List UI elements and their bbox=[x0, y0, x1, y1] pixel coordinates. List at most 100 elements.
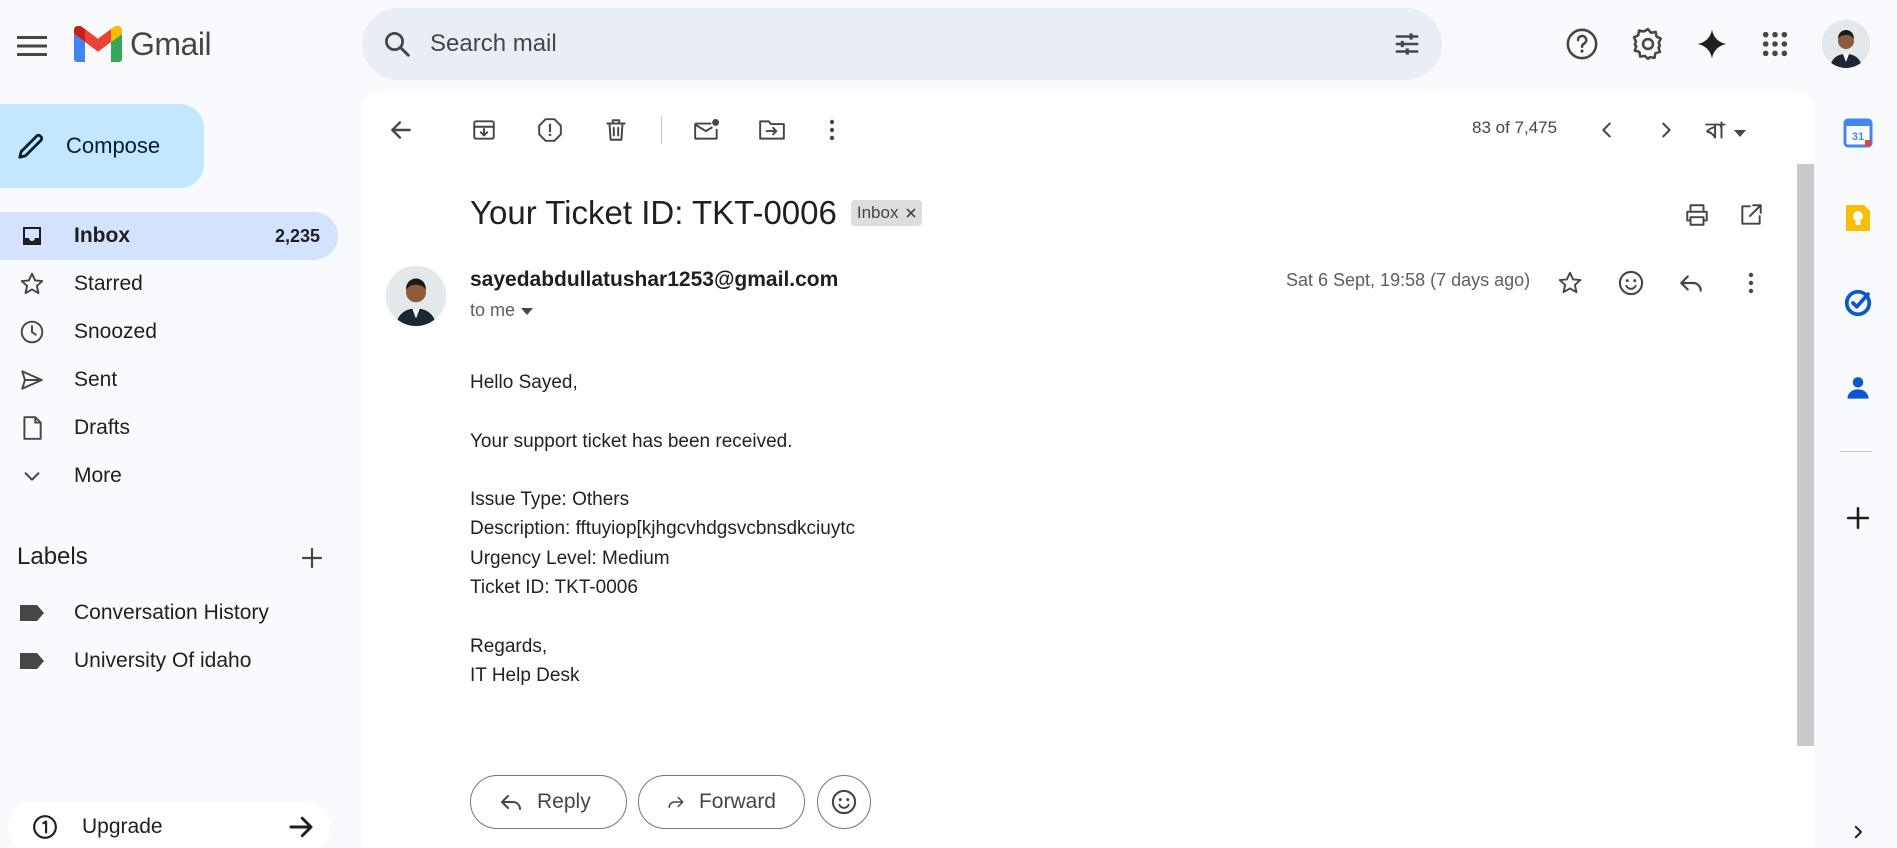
arrow-right-icon bbox=[289, 816, 313, 838]
print-button[interactable] bbox=[1677, 195, 1717, 235]
gemini-button[interactable] bbox=[1688, 20, 1736, 68]
main-menu-button[interactable] bbox=[10, 24, 54, 68]
sidebar-item-more[interactable]: More bbox=[0, 452, 338, 500]
label-item-conversation-history[interactable]: Conversation History bbox=[0, 589, 338, 637]
upgrade-button[interactable]: Upgrade bbox=[8, 802, 330, 848]
get-addons-button[interactable] bbox=[1838, 498, 1878, 538]
sidebar-item-drafts[interactable]: Drafts bbox=[0, 404, 338, 452]
body-description: Description: fftuyiop[kjhgcvhdgsvcbnsdkc… bbox=[470, 518, 856, 540]
search-bar[interactable] bbox=[362, 8, 1442, 80]
forward-button[interactable]: Forward bbox=[638, 775, 805, 829]
caret-down-icon bbox=[1733, 129, 1746, 137]
upgrade-label: Upgrade bbox=[82, 815, 163, 838]
folder-move-icon bbox=[759, 120, 785, 140]
message-scrollbar[interactable] bbox=[1797, 164, 1814, 746]
search-options-icon[interactable] bbox=[1392, 29, 1422, 59]
plus-icon bbox=[301, 547, 323, 569]
sidebar-item-label: More bbox=[74, 464, 122, 487]
apps-grid-icon bbox=[1762, 31, 1788, 57]
sidebar-item-inbox[interactable]: Inbox 2,235 bbox=[0, 212, 338, 260]
remove-label-button[interactable] bbox=[906, 208, 917, 218]
label-item-text: Conversation History bbox=[74, 601, 269, 624]
body-ticket-id: Ticket ID: TKT-0006 bbox=[470, 577, 638, 599]
sidebar-item-starred[interactable]: Starred bbox=[0, 260, 338, 308]
open-new-window-button[interactable] bbox=[1731, 195, 1771, 235]
email-date: Sat 6 Sept, 19:58 (7 days ago) bbox=[1286, 270, 1531, 290]
older-button[interactable] bbox=[1646, 110, 1686, 150]
calendar-day: 31 bbox=[1852, 131, 1864, 143]
printer-icon bbox=[1686, 204, 1708, 226]
star-icon bbox=[1558, 271, 1582, 294]
contacts-app-button[interactable] bbox=[1838, 367, 1878, 407]
back-button[interactable] bbox=[381, 110, 421, 150]
body-urgency: Urgency Level: Medium bbox=[470, 547, 670, 569]
labels-heading: Labels bbox=[17, 543, 88, 570]
sidebar-item-label: Sent bbox=[74, 368, 118, 391]
calendar-app-button[interactable]: 31 bbox=[1838, 113, 1878, 153]
body-issue-type: Issue Type: Others bbox=[470, 489, 630, 511]
search-icon[interactable] bbox=[382, 29, 412, 59]
calendar-icon: 31 bbox=[1843, 118, 1873, 148]
react-emoji-button[interactable] bbox=[817, 775, 871, 829]
account-avatar[interactable] bbox=[1822, 20, 1870, 68]
star-icon bbox=[18, 271, 46, 297]
report-spam-button[interactable] bbox=[530, 110, 570, 150]
emoji-icon bbox=[1618, 270, 1644, 296]
more-actions-button[interactable] bbox=[812, 110, 852, 150]
chevron-left-icon bbox=[1602, 122, 1611, 138]
reply-icon bbox=[501, 795, 521, 810]
mark-unread-button[interactable] bbox=[687, 110, 727, 150]
tasks-app-button[interactable] bbox=[1838, 283, 1878, 323]
archive-button[interactable] bbox=[464, 110, 504, 150]
compose-button[interactable]: Compose bbox=[0, 104, 204, 188]
sender-avatar[interactable] bbox=[386, 266, 446, 326]
search-input[interactable] bbox=[430, 30, 1392, 58]
keep-bulb-icon bbox=[1846, 205, 1870, 231]
settings-button[interactable] bbox=[1624, 20, 1672, 68]
gear-icon bbox=[1632, 27, 1663, 61]
pencil-icon bbox=[18, 133, 44, 159]
gmail-m-icon bbox=[74, 26, 122, 62]
recipient-details[interactable]: to me bbox=[470, 300, 534, 321]
caret-down-icon bbox=[521, 307, 534, 315]
contacts-person-icon bbox=[1847, 377, 1869, 399]
label-item-university-of-idaho[interactable]: University Of idaho bbox=[0, 637, 338, 685]
apps-launcher-button[interactable] bbox=[1751, 20, 1799, 68]
star-button[interactable] bbox=[1550, 263, 1590, 303]
reply-label: Reply bbox=[537, 790, 591, 813]
emoji-icon bbox=[831, 789, 857, 815]
add-reaction-button[interactable] bbox=[1611, 263, 1651, 303]
reply-icon-button[interactable] bbox=[1671, 263, 1711, 303]
gmail-logo[interactable]: Gmail bbox=[74, 24, 212, 64]
sender-email[interactable]: sayedabdullatushar1253@gmail.com bbox=[470, 268, 838, 292]
sidebar-item-label: Snoozed bbox=[74, 320, 157, 343]
plus-icon bbox=[1846, 506, 1870, 530]
external-link-icon bbox=[1741, 204, 1762, 225]
expand-side-panel-button[interactable] bbox=[1838, 812, 1878, 848]
input-tools-button[interactable]: বা bbox=[1706, 114, 1747, 151]
message-more-button[interactable] bbox=[1731, 263, 1771, 303]
support-button[interactable] bbox=[1558, 20, 1606, 68]
label-item-text: University Of idaho bbox=[74, 649, 252, 672]
chevron-down-icon bbox=[18, 465, 46, 487]
clock-icon bbox=[18, 319, 46, 345]
newer-button[interactable] bbox=[1587, 110, 1627, 150]
sidebar-item-label: Inbox bbox=[74, 224, 130, 247]
more-vertical-icon bbox=[1748, 272, 1754, 294]
forward-label: Forward bbox=[698, 790, 776, 813]
sidebar-item-sent[interactable]: Sent bbox=[0, 356, 338, 404]
sidebar-item-label: Starred bbox=[74, 272, 143, 295]
app-name: Gmail bbox=[130, 25, 212, 62]
more-vertical-icon bbox=[829, 119, 835, 141]
delete-button[interactable] bbox=[596, 110, 636, 150]
keep-app-button[interactable] bbox=[1838, 198, 1878, 238]
user-photo-icon bbox=[1822, 20, 1870, 68]
sidebar-item-label: Drafts bbox=[74, 416, 131, 439]
compose-label: Compose bbox=[66, 133, 161, 158]
move-to-button[interactable] bbox=[752, 110, 792, 150]
sidebar-item-snoozed[interactable]: Snoozed bbox=[0, 308, 338, 356]
reply-button[interactable]: Reply bbox=[470, 775, 627, 829]
side-panel-divider bbox=[1840, 451, 1872, 452]
create-label-button[interactable] bbox=[294, 540, 330, 576]
draft-icon bbox=[18, 415, 46, 441]
